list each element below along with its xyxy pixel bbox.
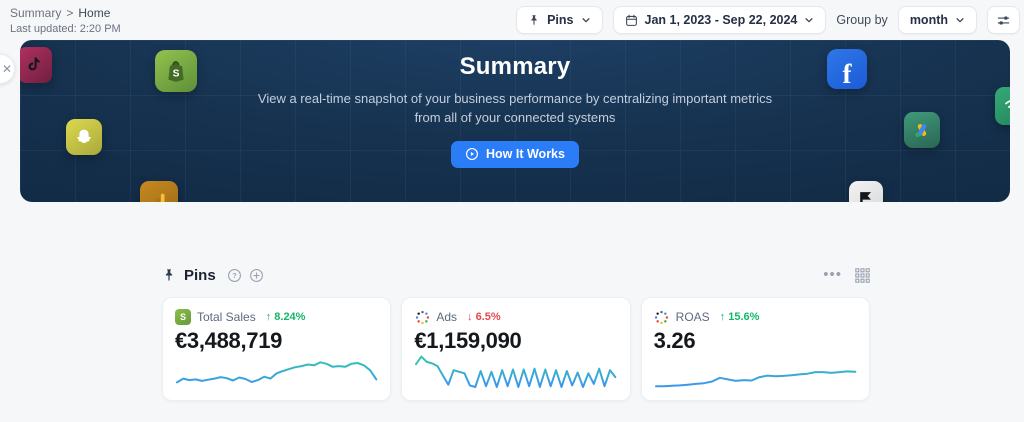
summary-dashboard: Summary > Home Last updated: 2:20 PM Pin… <box>0 0 1024 422</box>
svg-text:S: S <box>173 68 180 79</box>
toolbar: Pins Jan 1, 2023 - Sep 22, 2024 Group by… <box>516 6 1020 34</box>
metric-label: ROAS <box>676 310 710 324</box>
shopify-icon: S <box>175 309 191 325</box>
group-by-label: Group by <box>836 13 887 27</box>
sparkline-chart <box>414 349 617 393</box>
summary-banner: S f <box>20 40 1010 202</box>
snapchat-icon <box>66 119 102 155</box>
pin-icon <box>528 14 540 27</box>
pins-section: Pins ? ••• S <box>162 263 870 401</box>
shopify-icon: S <box>155 50 197 92</box>
date-range-label: Jan 1, 2023 - Sep 22, 2024 <box>645 13 798 27</box>
tiktok-icon <box>20 47 52 83</box>
last-updated-text: Last updated: 2:20 PM <box>10 23 121 35</box>
pins-dropdown-label: Pins <box>547 13 573 27</box>
chevron-down-icon <box>955 15 965 25</box>
help-icon[interactable]: ? <box>227 268 242 283</box>
google-ads-icon <box>904 112 940 148</box>
add-pin-icon[interactable] <box>249 268 264 283</box>
group-by-value: month <box>910 13 948 27</box>
sparkline-chart <box>654 349 857 393</box>
metric-card-total-sales[interactable]: S Total Sales ↑ 8.24% €3,488,719 <box>162 297 391 401</box>
banner-subtitle: View a real-time snapshot of your busine… <box>255 90 775 128</box>
pins-dropdown[interactable]: Pins <box>516 6 602 34</box>
more-options-icon[interactable]: ••• <box>823 270 842 280</box>
date-range-picker[interactable]: Jan 1, 2023 - Sep 22, 2024 <box>613 6 827 34</box>
breadcrumb-summary[interactable]: Summary <box>10 6 61 20</box>
drag-handle-icon[interactable] <box>855 268 870 283</box>
sparkline-chart <box>175 349 378 393</box>
sliders-icon <box>996 13 1011 28</box>
integrations-icon <box>414 309 430 325</box>
calendar-icon <box>625 14 638 27</box>
google-analytics-icon <box>140 181 178 202</box>
chevron-down-icon <box>804 15 814 25</box>
wifi-network-icon <box>995 87 1010 125</box>
breadcrumb-home[interactable]: Home <box>78 6 110 20</box>
metric-label: Total Sales <box>197 310 256 324</box>
trend-badge: ↓ 6.5% <box>467 311 501 323</box>
pinned-metric-cards: S Total Sales ↑ 8.24% €3,488,719 <box>162 297 870 401</box>
flag-icon <box>849 181 883 202</box>
chevron-down-icon <box>581 15 591 25</box>
pins-title: Pins <box>184 267 216 284</box>
svg-text:?: ? <box>232 271 237 280</box>
trend-badge: ↑ 8.24% <box>266 311 306 323</box>
play-circle-icon <box>465 147 479 161</box>
how-it-works-label: How It Works <box>486 147 565 161</box>
settings-sliders-button[interactable] <box>987 6 1020 34</box>
breadcrumb-area: Summary > Home Last updated: 2:20 PM <box>10 6 121 35</box>
how-it-works-button[interactable]: How It Works <box>451 141 579 168</box>
metric-card-roas[interactable]: ROAS ↑ 15.6% 3.26 <box>641 297 870 401</box>
pin-icon <box>162 268 176 283</box>
breadcrumb-separator: > <box>66 6 73 20</box>
trend-badge: ↑ 15.6% <box>720 311 760 323</box>
scroll-left-button[interactable]: ✕ <box>0 54 15 84</box>
metric-card-ads[interactable]: Ads ↓ 6.5% €1,159,090 <box>401 297 630 401</box>
facebook-icon: f <box>827 49 867 89</box>
breadcrumb: Summary > Home <box>10 6 121 20</box>
group-by-dropdown[interactable]: month <box>898 6 977 34</box>
metric-label: Ads <box>436 310 457 324</box>
integrations-icon <box>654 309 670 325</box>
